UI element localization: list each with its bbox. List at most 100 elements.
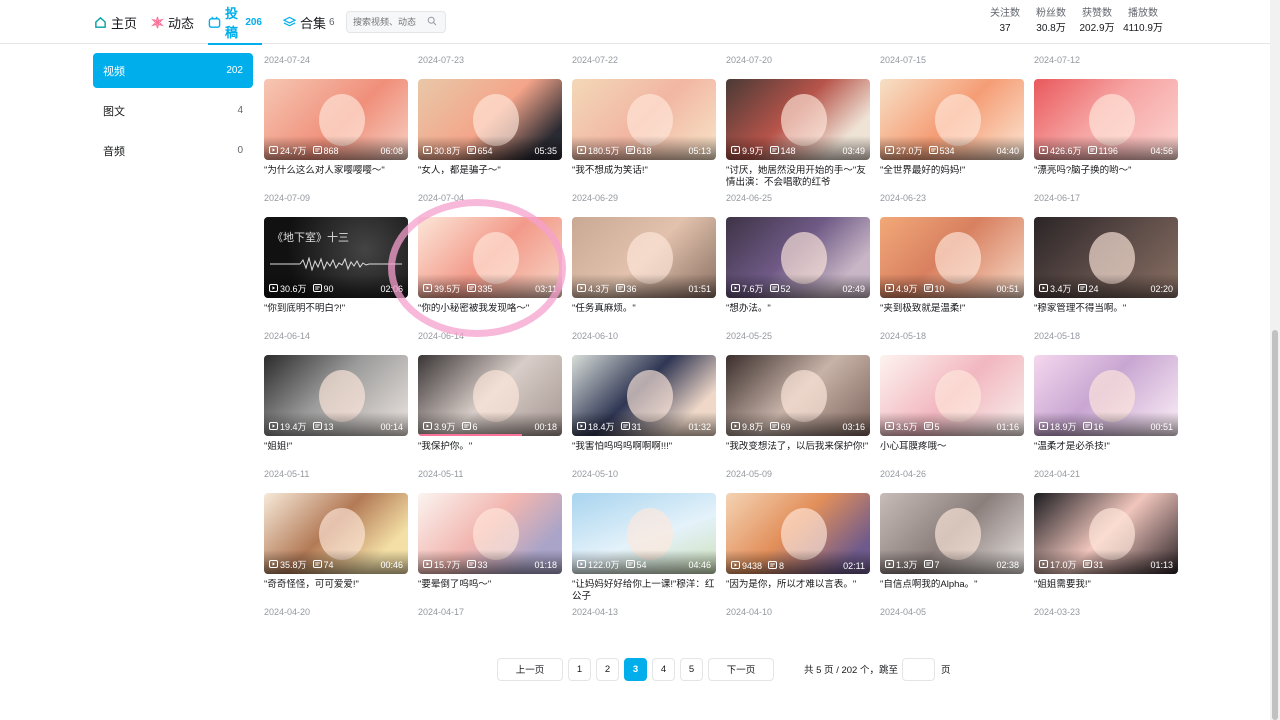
video-title[interactable]: "我害怕呜呜呜啊啊啊!!!": [572, 441, 716, 465]
scrollbar[interactable]: [1270, 0, 1280, 720]
video-card[interactable]: 2024-05-11 15.7万 33 01:18 "要晕倒了呜呜～": [418, 466, 562, 603]
video-thumbnail[interactable]: 18.9万 16 00:51: [1034, 355, 1178, 436]
video-card[interactable]: 2024-06-23 4.9万 10 00:51 "夹到极致就是温柔!": [880, 190, 1024, 327]
scrollbar-thumb[interactable]: [1272, 330, 1278, 720]
sidebar-item-audio[interactable]: 音频 0: [93, 133, 253, 168]
page-button-1[interactable]: 1: [568, 657, 591, 681]
video-card[interactable]: 2024-07-12 426.6万 1196 04:56 "漂亮吗?脑子换的哟～": [1034, 52, 1178, 189]
video-thumbnail[interactable]: 15.7万 33 01:18: [418, 493, 562, 574]
video-card[interactable]: 2024-07-23 30.8万 654 05:35 "女人，都是骗子～": [418, 52, 562, 189]
nav-collection[interactable]: 合集 6: [282, 0, 335, 44]
video-thumbnail[interactable]: 180.5万 618 05:13: [572, 79, 716, 160]
page-button-5[interactable]: 5: [680, 657, 703, 681]
video-duration: 04:40: [996, 145, 1019, 156]
video-thumbnail[interactable]: 24.7万 868 06:08: [264, 79, 408, 160]
video-thumbnail[interactable]: 7.6万 52 02:49: [726, 217, 870, 298]
video-title[interactable]: "要晕倒了呜呜～": [418, 579, 562, 603]
video-meta: 1.3万 7 02:38: [885, 558, 1019, 571]
video-thumbnail[interactable]: 9.8万 69 03:16: [726, 355, 870, 436]
video-title[interactable]: "姐姐需要我!": [1034, 579, 1178, 603]
video-thumbnail[interactable]: 27.0万 534 04:40: [880, 79, 1024, 160]
video-title[interactable]: "我保护你。": [418, 441, 562, 465]
video-thumbnail[interactable]: 3.9万 6 00:18: [418, 355, 562, 436]
video-thumbnail[interactable]: 17.0万 31 01:13: [1034, 493, 1178, 574]
video-thumbnail[interactable]: 3.5万 5 01:16: [880, 355, 1024, 436]
stat-fans[interactable]: 粉丝数 30.8万: [1028, 8, 1074, 36]
video-title[interactable]: "你的小秘密被我发现咯～": [418, 303, 562, 327]
stat-following[interactable]: 关注数 37: [982, 8, 1028, 36]
video-thumbnail[interactable]: 9.9万 148 03:49: [726, 79, 870, 160]
video-card[interactable]: 2024-06-25 7.6万 52 02:49 "想办法。": [726, 190, 870, 327]
video-title[interactable]: "我不想成为笑话!": [572, 165, 716, 189]
video-card[interactable]: 2024-06-14 19.4万 13 00:14 "姐姐!": [264, 328, 408, 465]
play-count-icon: [577, 283, 588, 294]
video-title[interactable]: "因为是你，所以才难以言表。": [726, 579, 870, 603]
page-button-2[interactable]: 2: [596, 657, 619, 681]
video-meta: 3.5万 5 01:16: [885, 420, 1019, 433]
sidebar-item-video[interactable]: 视频 202: [93, 53, 253, 88]
video-thumbnail[interactable]: 《地下室》十三 30.6万 90 02:06: [264, 217, 408, 298]
video-title[interactable]: "自信点啊我的Alpha。": [880, 579, 1024, 603]
video-card[interactable]: 2024-07-22 180.5万 618 05:13 "我不想成为笑话!": [572, 52, 716, 189]
page-jump-input[interactable]: [901, 657, 935, 681]
video-card[interactable]: 2024-06-17 3.4万 24 02:20 "穆家管理不得当啊。": [1034, 190, 1178, 327]
danmaku-icon: [625, 145, 637, 156]
video-title[interactable]: "为什么这么对人家嘤嘤嘤～": [264, 165, 408, 189]
search-icon[interactable]: [427, 15, 437, 29]
video-title[interactable]: "漂亮吗?脑子换的哟～": [1034, 165, 1178, 189]
video-card[interactable]: 2024-06-10 18.4万 31 01:32 "我害怕呜呜呜啊啊啊!!!": [572, 328, 716, 465]
page-button-4[interactable]: 4: [652, 657, 675, 681]
video-title[interactable]: "女人，都是骗子～": [418, 165, 562, 189]
video-title[interactable]: "让妈妈好好给你上一课!"穆洋：红公子: [572, 579, 716, 603]
video-thumbnail[interactable]: 4.3万 36 01:51: [572, 217, 716, 298]
video-card[interactable]: 2024-07-15 27.0万 534 04:40 "全世界最好的妈妈!": [880, 52, 1024, 189]
nav-home[interactable]: 主页: [93, 0, 137, 44]
video-card[interactable]: 2024-04-26 1.3万 7 02:38 "自信点啊我的Alpha。": [880, 466, 1024, 603]
video-card[interactable]: 2024-07-20 9.9万 148 03:49 "讨厌，她居然没用开始的手～"友情出…: [726, 52, 870, 189]
prev-page-button[interactable]: 上一页: [497, 657, 563, 681]
video-card[interactable]: 2024-07-24 24.7万 868 06:08 "为什么这么对人家嘤嘤嘤～": [264, 52, 408, 189]
video-title[interactable]: "想办法。": [726, 303, 870, 327]
video-title[interactable]: "你到底明不明白?!": [264, 303, 408, 327]
nav-posts[interactable]: 投稿 206: [208, 0, 262, 45]
next-page-button[interactable]: 下一页: [708, 657, 774, 681]
video-title[interactable]: "全世界最好的妈妈!": [880, 165, 1024, 189]
video-title[interactable]: 小心耳膜疼哦～: [880, 441, 1024, 465]
video-thumbnail[interactable]: 19.4万 13 00:14: [264, 355, 408, 436]
video-title[interactable]: "温柔才是必杀技!": [1034, 441, 1178, 465]
video-card[interactable]: 2024-05-18 18.9万 16 00:51 "温柔才是必杀技!": [1034, 328, 1178, 465]
play-count-icon: [577, 559, 588, 570]
video-title[interactable]: "讨厌，她居然没用开始的手～"友情出演：不会唱歌的红爷: [726, 165, 870, 189]
video-thumbnail[interactable]: 4.9万 10 00:51: [880, 217, 1024, 298]
video-title[interactable]: "任务真麻烦。": [572, 303, 716, 327]
video-thumbnail[interactable]: 18.4万 31 01:32: [572, 355, 716, 436]
video-card[interactable]: 2024-06-29 4.3万 36 01:51 "任务真麻烦。": [572, 190, 716, 327]
video-thumbnail[interactable]: 30.8万 654 05:35: [418, 79, 562, 160]
video-title[interactable]: "穆家管理不得当啊。": [1034, 303, 1178, 327]
nav-dynamic[interactable]: 动态: [150, 0, 194, 44]
video-card[interactable]: 2024-05-11 35.8万 74 00:46 "奇奇怪怪，可可爱爱!": [264, 466, 408, 603]
video-title[interactable]: "奇奇怪怪，可可爱爱!": [264, 579, 408, 603]
video-card[interactable]: 2024-07-09 《地下室》十三 30.6万 90 02:06 "你到底明不明白?!": [264, 190, 408, 327]
video-card[interactable]: 2024-05-18 3.5万 5 01:16 小心耳膜疼哦～: [880, 328, 1024, 465]
video-thumbnail[interactable]: 3.4万 24 02:20: [1034, 217, 1178, 298]
video-card[interactable]: 2024-04-21 17.0万 31 01:13 "姐姐需要我!": [1034, 466, 1178, 603]
page-button-3[interactable]: 3: [624, 657, 647, 681]
video-thumbnail[interactable]: 122.0万 54 04:46: [572, 493, 716, 574]
video-title[interactable]: "夹到极致就是温柔!": [880, 303, 1024, 327]
search-input[interactable]: [353, 17, 427, 27]
video-thumbnail[interactable]: 39.5万 335 03:11: [418, 217, 562, 298]
video-card[interactable]: 2024-05-10 122.0万 54 04:46 "让妈妈好好给你上一课!"穆洋：红…: [572, 466, 716, 603]
video-thumbnail[interactable]: 9438 8 02:11: [726, 493, 870, 574]
video-thumbnail[interactable]: 1.3万 7 02:38: [880, 493, 1024, 574]
video-card[interactable]: 2024-06-14 3.9万 6 00:18 "我保护你。": [418, 328, 562, 465]
video-card[interactable]: 2024-05-09 9438 8 02:11 "因为是你，所以才难以言表。": [726, 466, 870, 603]
danmaku-icon: [769, 145, 781, 156]
video-thumbnail[interactable]: 35.8万 74 00:46: [264, 493, 408, 574]
sidebar-item-article[interactable]: 图文 4: [93, 93, 253, 128]
video-thumbnail[interactable]: 426.6万 1196 04:56: [1034, 79, 1178, 160]
video-title[interactable]: "姐姐!": [264, 441, 408, 465]
video-card[interactable]: 2024-05-25 9.8万 69 03:16 "我改变想法了，以后我来保护你!": [726, 328, 870, 465]
video-title[interactable]: "我改变想法了，以后我来保护你!": [726, 441, 870, 465]
video-card[interactable]: 2024-07-04 39.5万 335 03:11 "你的小秘密被我发现咯～": [418, 190, 562, 327]
